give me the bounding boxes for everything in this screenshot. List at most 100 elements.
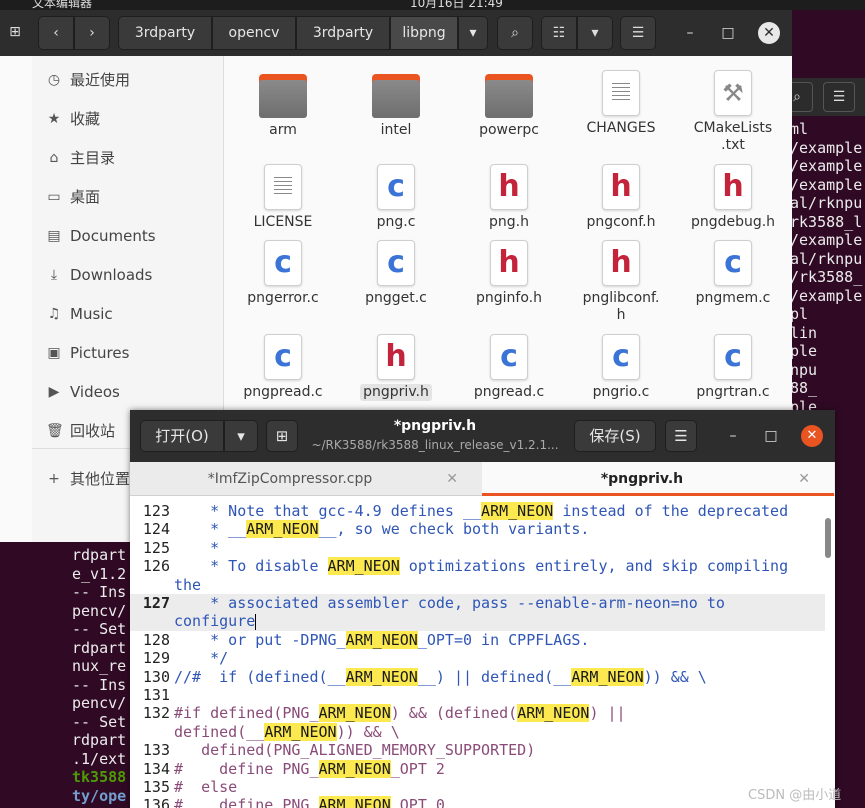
- code-text: __) || defined(__: [417, 667, 572, 686]
- sidebar-item-music[interactable]: ♫ Music: [32, 296, 224, 332]
- window-title: *pngpriv.h: [393, 418, 477, 434]
- file-name: pngpread.c: [243, 384, 323, 400]
- code-editor[interactable]: 123 * Note that gcc-4.9 defines __ARM_NE…: [130, 496, 835, 808]
- search-icon[interactable]: ⌕: [497, 16, 533, 50]
- text-file-icon: [264, 164, 302, 210]
- breadcrumb-item-current[interactable]: libpng: [390, 16, 458, 50]
- sidebar-item-pictures[interactable]: ▣ Pictures: [32, 335, 224, 371]
- file-item[interactable]: CHANGES: [565, 64, 677, 137]
- scrollbar[interactable]: [825, 518, 831, 558]
- chevron-down-icon[interactable]: ▾: [458, 16, 488, 50]
- code-text: * __: [174, 520, 247, 539]
- close-tab-icon[interactable]: ✕: [798, 462, 810, 496]
- file-item[interactable]: h pngdebug.h: [677, 158, 789, 231]
- file-type-letter: h: [722, 169, 744, 204]
- close-icon[interactable]: ✕: [758, 22, 780, 44]
- sidebar-item-videos[interactable]: ▶ Videos: [32, 374, 224, 410]
- file-item[interactable]: c pngrtran.c: [677, 328, 789, 401]
- clock[interactable]: 10月16日 21:49: [410, 0, 503, 10]
- file-item[interactable]: c png.c: [340, 158, 452, 231]
- terminal-line: nux_re: [72, 657, 127, 675]
- breadcrumb-item[interactable]: 3rdparty: [118, 16, 212, 50]
- breadcrumb-item[interactable]: 3rdparty: [296, 16, 390, 50]
- file-item[interactable]: powerpc: [453, 64, 565, 139]
- text-lines: [274, 177, 292, 197]
- file-item[interactable]: c pngrio.c: [565, 328, 677, 401]
- line-number: 123: [142, 502, 170, 520]
- star-icon: ★: [47, 111, 61, 127]
- file-item[interactable]: intel: [340, 64, 452, 139]
- cmake-file-icon: ⚒: [714, 70, 752, 116]
- line-number: 126: [142, 557, 170, 576]
- file-item[interactable]: c pngread.c: [453, 328, 565, 401]
- file-item[interactable]: c pngget.c: [340, 234, 452, 307]
- file-item[interactable]: c pngerror.c: [227, 234, 339, 307]
- file-item[interactable]: ⚒ CMakeLists .txt: [677, 64, 789, 154]
- desktop-icon: ▭: [47, 189, 61, 205]
- code-text: _OPT=0 in CPPFLAGS.: [417, 630, 590, 649]
- terminal-line: pencv/: [72, 601, 127, 620]
- c-source-file-icon: c: [714, 334, 752, 380]
- close-tab-icon[interactable]: ✕: [446, 462, 458, 496]
- text-lines: [612, 83, 630, 103]
- save-button[interactable]: 保存(S): [574, 420, 656, 452]
- file-item[interactable]: h png.h: [453, 158, 565, 231]
- breadcrumb-item[interactable]: opencv: [212, 16, 296, 50]
- text-editor-window: 打开(O) ▾ ⊞ *pngpriv.h ~/RK3588/rk3588_lin…: [130, 410, 835, 808]
- terminal-left-lower[interactable]: rdpart e_v1.2 -- Ins pencv/-- Set rdpart nux_…: [72, 546, 132, 808]
- clock-icon: ◷: [47, 72, 61, 88]
- minimize-icon[interactable]: –: [681, 24, 699, 42]
- file-item[interactable]: c pngmem.c: [677, 234, 789, 307]
- file-item[interactable]: LICENSE: [227, 158, 339, 231]
- search-match: ARM_NEON: [264, 722, 337, 741]
- code-text: __, so we check both variants.: [318, 520, 590, 539]
- file-item[interactable]: c pngpread.c: [227, 328, 339, 401]
- sidebar-item-recent[interactable]: ◷ 最近使用: [32, 62, 224, 98]
- file-item[interactable]: arm: [227, 64, 339, 139]
- active-app-title: 文本编辑器: [32, 0, 93, 10]
- back-button[interactable]: ‹: [38, 16, 74, 50]
- header-file-icon: h: [714, 164, 752, 210]
- code-text: * or put -DPNG_: [174, 630, 346, 649]
- c-source-file-icon: c: [377, 164, 415, 210]
- sidebar-item-label: 收藏: [70, 110, 101, 128]
- hamburger-menu-icon[interactable]: ☰: [665, 420, 697, 452]
- close-icon[interactable]: ✕: [801, 425, 823, 447]
- file-item[interactable]: h pngpriv.h: [340, 328, 452, 401]
- file-item[interactable]: h pngconf.h: [565, 158, 677, 231]
- folder-icon: [259, 74, 307, 118]
- tab-label: *pngpriv.h: [600, 471, 684, 487]
- maximize-icon[interactable]: □: [719, 24, 737, 42]
- sidebar-item-downloads[interactable]: ⤓ Downloads: [32, 257, 224, 293]
- code-text: # define PNG_: [174, 796, 319, 808]
- menu-icon[interactable]: ☰: [823, 82, 855, 112]
- chevron-down-icon[interactable]: ▾: [224, 420, 258, 452]
- sidebar-item-desktop[interactable]: ▭ 桌面: [32, 179, 224, 215]
- new-tab-icon[interactable]: ⊞: [266, 420, 298, 452]
- sidebar-item-home[interactable]: ⌂ 主目录: [32, 140, 224, 176]
- line-number: 124: [142, 520, 170, 539]
- tab-pngpriv[interactable]: *pngpriv.h ✕: [482, 462, 834, 496]
- tab-imfzipcompressor[interactable]: *ImfZipCompressor.cpp ✕: [130, 462, 482, 496]
- file-item[interactable]: h pnglibconf. h: [565, 234, 677, 324]
- file-item[interactable]: h pnginfo.h: [453, 234, 565, 307]
- new-tab-icon[interactable]: ⊞: [2, 16, 28, 50]
- sidebar-item-documents[interactable]: ▤ Documents: [32, 218, 224, 254]
- list-view-icon[interactable]: ☷: [541, 16, 577, 50]
- sidebar-item-starred[interactable]: ★ 收藏: [32, 101, 224, 137]
- forward-button[interactable]: ›: [74, 16, 110, 50]
- terminal-line: tk3588: [72, 768, 127, 786]
- open-button[interactable]: 打开(O): [140, 420, 224, 452]
- terminal-line: al/rknpu: [790, 249, 863, 268]
- terminal-line: /example: [790, 138, 863, 157]
- hamburger-menu-icon[interactable]: ☰: [620, 16, 656, 50]
- home-icon: ⌂: [49, 150, 59, 166]
- maximize-icon[interactable]: □: [762, 427, 780, 445]
- line-number: 125: [142, 538, 170, 557]
- folder-body: [372, 80, 420, 118]
- chevron-down-icon[interactable]: ▾: [577, 16, 613, 50]
- terminal-line: npu: [790, 360, 818, 379]
- c-source-file-icon: c: [264, 240, 302, 286]
- folder-icon: [372, 74, 420, 118]
- minimize-icon[interactable]: –: [724, 427, 742, 445]
